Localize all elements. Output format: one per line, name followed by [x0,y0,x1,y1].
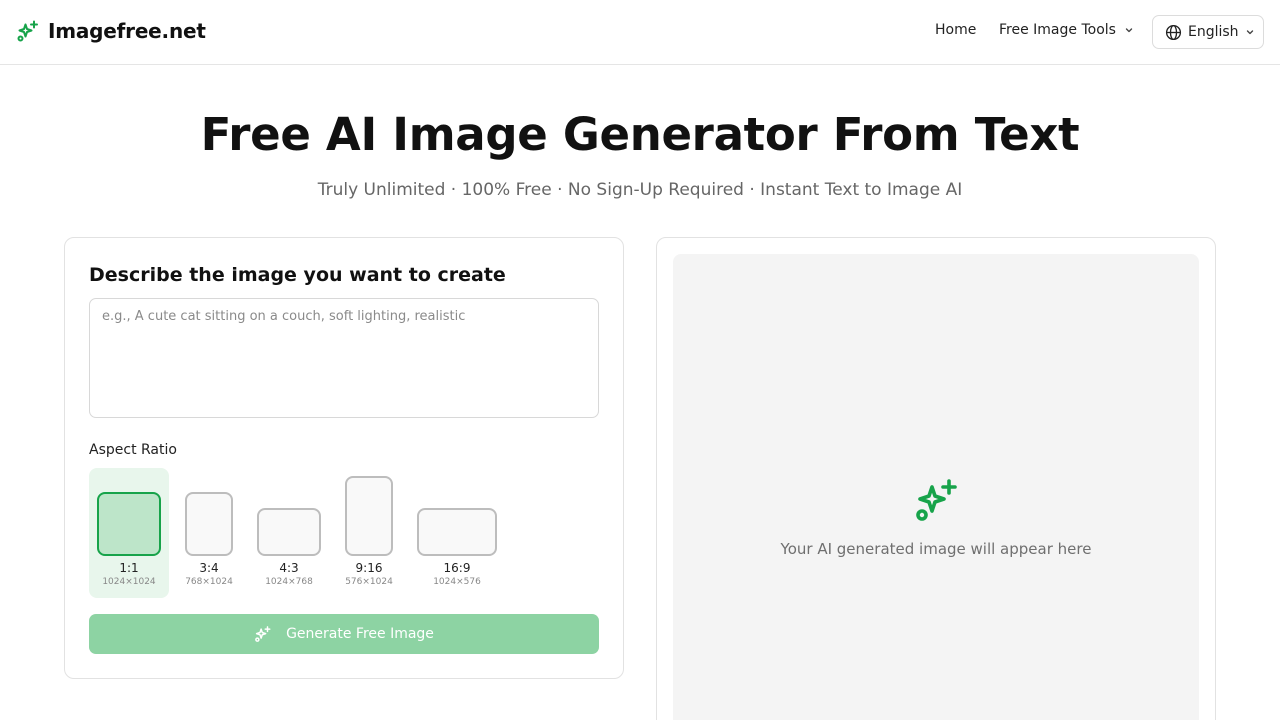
aspect-name: 16:9 [443,561,471,575]
language-selector[interactable]: English [1152,15,1264,49]
generate-button[interactable]: Generate Free Image [89,614,599,654]
preview-placeholder-text: Your AI generated image will appear here [780,540,1092,558]
aspect-option-16-9[interactable]: 16:9 1024×576 [409,468,505,598]
aspect-ratio-label: Aspect Ratio [89,442,177,458]
aspect-option-1-1[interactable]: 1:1 1024×1024 [89,468,169,598]
generate-button-label: Generate Free Image [286,626,434,642]
nav-tools-label: Free Image Tools [999,22,1116,38]
nav-tools-dropdown[interactable]: Free Image Tools [999,22,1134,38]
preview-panel: Your AI generated image will appear here [656,237,1216,720]
globe-icon [1165,24,1182,40]
sparkle-icon [17,20,38,42]
language-label: English [1188,24,1239,40]
sparkle-icon [255,626,271,642]
page-subtitle: Truly Unlimited · 100% Free · No Sign-Up… [317,180,963,200]
aspect-shape-1-1 [97,492,161,556]
aspect-shape-16-9 [417,508,497,556]
form-heading: Describe the image you want to create [89,264,506,286]
aspect-size: 1024×768 [265,577,313,587]
aspect-shape-9-16 [345,476,393,556]
aspect-option-3-4[interactable]: 3:4 768×1024 [177,468,241,598]
aspect-shape-3-4 [185,492,233,556]
prompt-input[interactable] [89,298,599,418]
sparkle-icon [916,479,957,521]
chevron-down-icon [1246,30,1253,35]
aspect-shape-4-3 [257,508,321,556]
aspect-name: 4:3 [279,561,299,575]
nav-home-link[interactable]: Home [935,22,976,38]
brand-logo[interactable]: Imagefree.net [16,19,206,43]
aspect-name: 1:1 [119,561,139,575]
chevron-down-icon [1125,28,1133,33]
aspect-size: 576×1024 [345,577,393,587]
image-preview-area: Your AI generated image will appear here [673,254,1199,720]
aspect-size: 1024×576 [433,577,481,587]
generator-form-panel: Describe the image you want to create As… [64,237,624,679]
aspect-name: 9:16 [355,561,383,575]
page-title: Free AI Image Generator From Text [200,108,1080,161]
site-header: Imagefree.net Home Free Image Tools Engl… [0,0,1280,65]
aspect-option-9-16[interactable]: 9:16 576×1024 [337,468,401,598]
brand-name: Imagefree.net [48,19,206,43]
aspect-size: 1024×1024 [102,577,156,587]
aspect-size: 768×1024 [185,577,233,587]
aspect-name: 3:4 [199,561,219,575]
aspect-option-4-3[interactable]: 4:3 1024×768 [249,468,329,598]
